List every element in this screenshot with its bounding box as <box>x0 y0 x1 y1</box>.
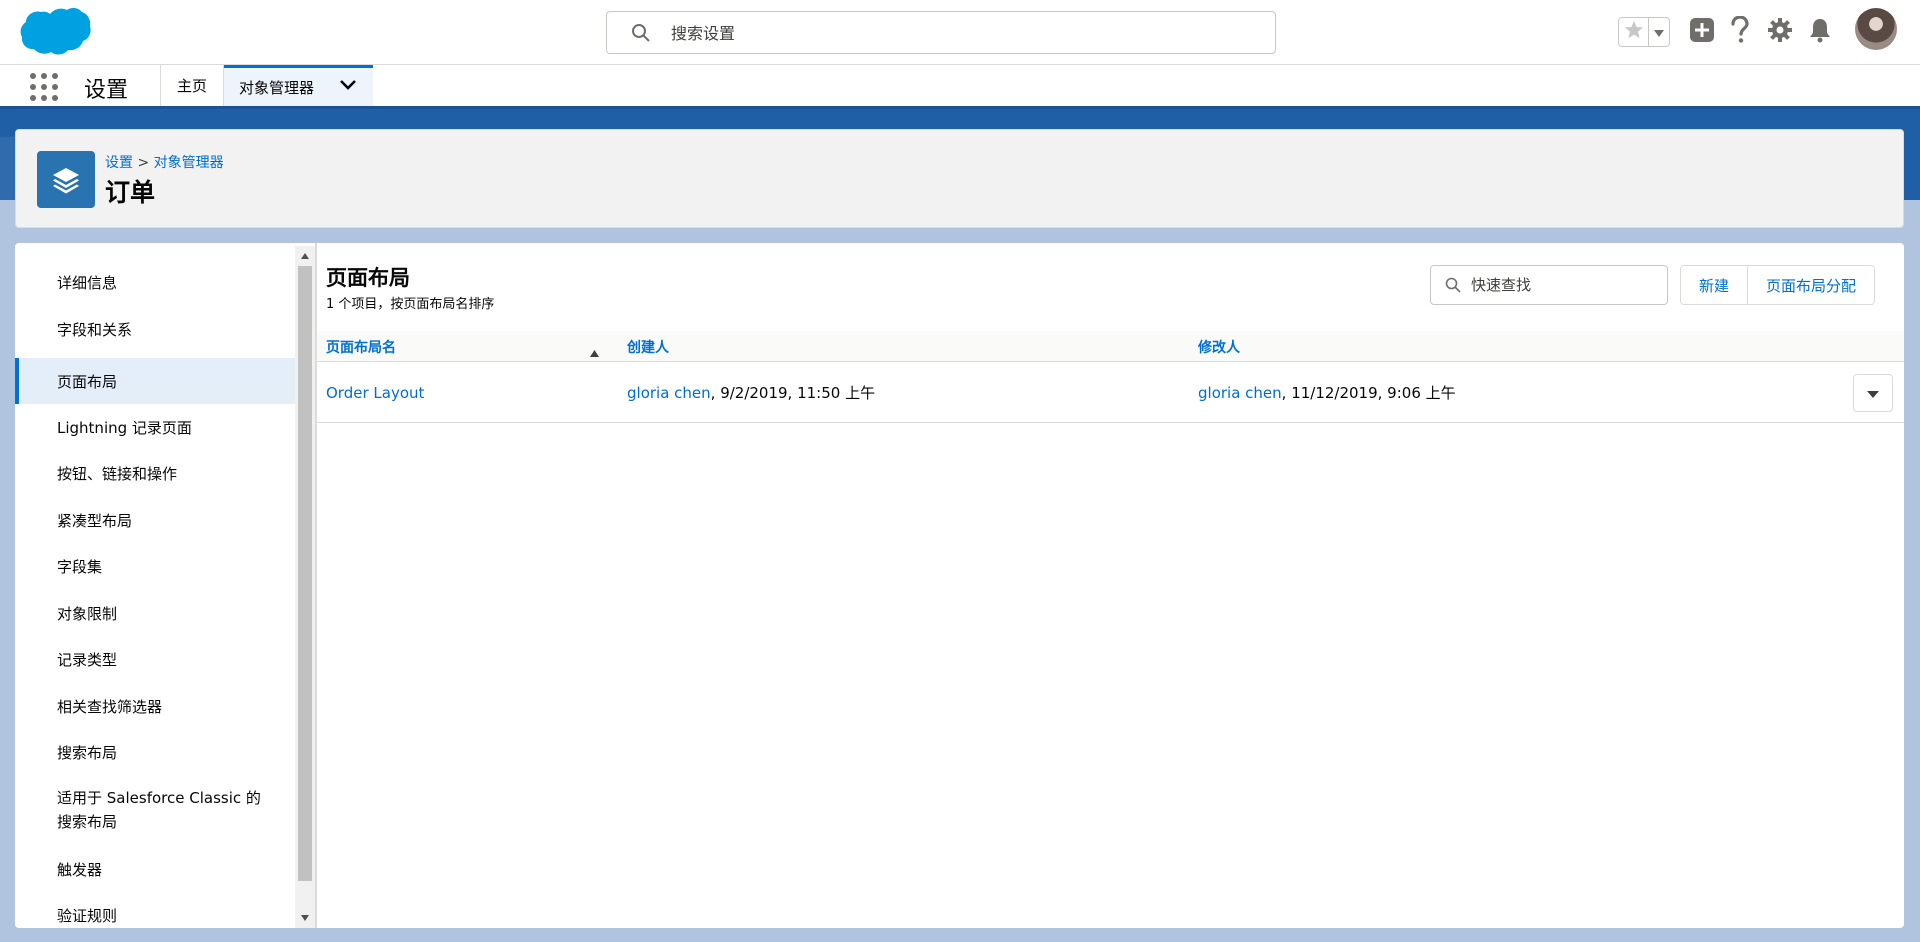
created-by-date: , 9/2/2019, 11:50 上午 <box>710 384 876 402</box>
sidebar-item-fields-relationships[interactable]: 字段和关系 <box>15 306 295 352</box>
column-header-modified-by[interactable]: 修改人 <box>1198 331 1240 362</box>
tab-object-manager[interactable]: 对象管理器 <box>224 65 373 106</box>
user-avatar[interactable] <box>1855 8 1897 50</box>
created-by-cell: gloria chen, 9/2/2019, 11:50 上午 <box>627 362 875 423</box>
sidebar-item-buttons-links-actions[interactable]: 按钮、链接和操作 <box>15 450 295 496</box>
sidebar-item-search-layouts[interactable]: 搜索布局 <box>15 729 295 775</box>
page-layouts-panel: 页面布局 1 个项目，按页面布局名排序 新建 页面布局分配 页面布局名 创建人 … <box>317 243 1904 928</box>
setup-button[interactable] <box>1764 16 1796 48</box>
scroll-down-arrow-icon[interactable] <box>295 910 315 926</box>
list-actions: 新建 页面布局分配 <box>1680 265 1876 305</box>
breadcrumb-setup-link[interactable]: 设置 <box>105 155 133 171</box>
layers-icon <box>37 151 95 208</box>
sidebar-item-field-sets[interactable]: 字段集 <box>15 543 295 589</box>
sidebar-scrollbar[interactable] <box>295 246 315 928</box>
app-launcher-icon[interactable] <box>28 71 58 101</box>
column-header-page-layout-name[interactable]: 页面布局名 <box>326 331 396 362</box>
search-icon <box>631 23 651 43</box>
quick-find-box[interactable] <box>1430 265 1668 305</box>
table-header: 页面布局名 创建人 修改人 <box>317 331 1904 362</box>
context-bar: 设置 主页 对象管理器 <box>0 65 1920 109</box>
row-actions-button[interactable] <box>1853 374 1893 412</box>
watermark: https://blog.csdn.net/weixin_42213196 <box>1640 912 1894 927</box>
sidebar-item-related-lookup-filters[interactable]: 相关查找筛选器 <box>15 683 295 729</box>
layout-name-cell: Order Layout <box>326 362 424 423</box>
sidebar-item-compact-layouts[interactable]: 紧凑型布局 <box>15 497 295 543</box>
setup-sidebar: 详细信息 字段和关系 页面布局 Lightning 记录页面 按钮、链接和操作 … <box>15 243 315 928</box>
tab-label: 对象管理器 <box>239 78 315 97</box>
sidebar-item-record-types[interactable]: 记录类型 <box>15 636 295 682</box>
new-button[interactable]: 新建 <box>1681 266 1748 304</box>
table-row: Order Layout gloria chen, 9/2/2019, 11:5… <box>317 362 1904 423</box>
favorites-list-button[interactable] <box>1649 18 1669 46</box>
page-title: 订单 <box>105 178 156 207</box>
caret-down-icon <box>1654 23 1664 42</box>
modified-by-date: , 11/12/2019, 9:06 上午 <box>1281 384 1456 402</box>
sidebar-item-classic-search-layouts[interactable]: 适用于 Salesforce Classic 的搜索布局 <box>15 777 295 843</box>
star-icon <box>1624 20 1644 44</box>
help-icon <box>1729 15 1751 48</box>
bell-icon <box>1808 17 1832 47</box>
created-by-user-link[interactable]: gloria chen <box>627 384 711 402</box>
breadcrumb-object-manager-link[interactable]: 对象管理器 <box>154 155 224 171</box>
help-button[interactable] <box>1724 15 1756 48</box>
quick-find-input[interactable] <box>1471 274 1661 296</box>
section-subtitle: 1 个项目，按页面布局名排序 <box>326 297 495 312</box>
page-layout-assignment-button[interactable]: 页面布局分配 <box>1747 266 1875 304</box>
scrollbar-thumb[interactable] <box>298 266 312 881</box>
page-layouts-table: 页面布局名 创建人 修改人 Order Layout gloria chen, … <box>317 331 1904 423</box>
add-icon <box>1689 17 1715 47</box>
app-name: 设置 <box>84 78 129 103</box>
column-header-created-by[interactable]: 创建人 <box>627 331 669 362</box>
favorites-group <box>1618 17 1670 47</box>
sidebar-item-triggers[interactable]: 触发器 <box>15 846 295 892</box>
search-input[interactable] <box>671 20 1231 46</box>
caret-down-icon <box>1867 384 1879 403</box>
layout-name-link[interactable]: Order Layout <box>326 384 424 402</box>
modified-by-user-link[interactable]: gloria chen <box>1198 384 1282 402</box>
breadcrumb: 设置 > 对象管理器 <box>105 152 224 172</box>
breadcrumb-separator: > <box>137 155 150 171</box>
search-icon <box>1445 277 1461 297</box>
tab-home[interactable]: 主页 <box>161 65 224 106</box>
scroll-up-arrow-icon[interactable] <box>295 248 315 264</box>
sidebar-item-lightning-record-pages[interactable]: Lightning 记录页面 <box>15 404 295 450</box>
global-actions-button[interactable] <box>1686 16 1718 48</box>
chevron-down-icon[interactable] <box>339 78 357 96</box>
section-title: 页面布局 <box>326 266 410 290</box>
modified-by-cell: gloria chen, 11/12/2019, 9:06 上午 <box>1198 362 1456 423</box>
notifications-button[interactable] <box>1804 16 1836 48</box>
sidebar-item-validation-rules[interactable]: 验证规则 <box>15 892 295 928</box>
salesforce-cloud-logo[interactable] <box>20 6 92 56</box>
sidebar-item-details[interactable]: 详细信息 <box>15 259 295 305</box>
favorites-button[interactable] <box>1619 18 1649 46</box>
sort-ascending-icon[interactable] <box>590 342 599 361</box>
sidebar-item-object-limits[interactable]: 对象限制 <box>15 590 295 636</box>
global-header <box>0 0 1920 65</box>
gear-icon <box>1767 17 1793 47</box>
sidebar-list: 详细信息 字段和关系 页面布局 Lightning 记录页面 按钮、链接和操作 … <box>15 243 295 928</box>
sidebar-item-page-layouts[interactable]: 页面布局 <box>15 358 295 404</box>
global-search[interactable] <box>606 11 1276 54</box>
page-header: 设置 > 对象管理器 订单 <box>15 129 1904 228</box>
